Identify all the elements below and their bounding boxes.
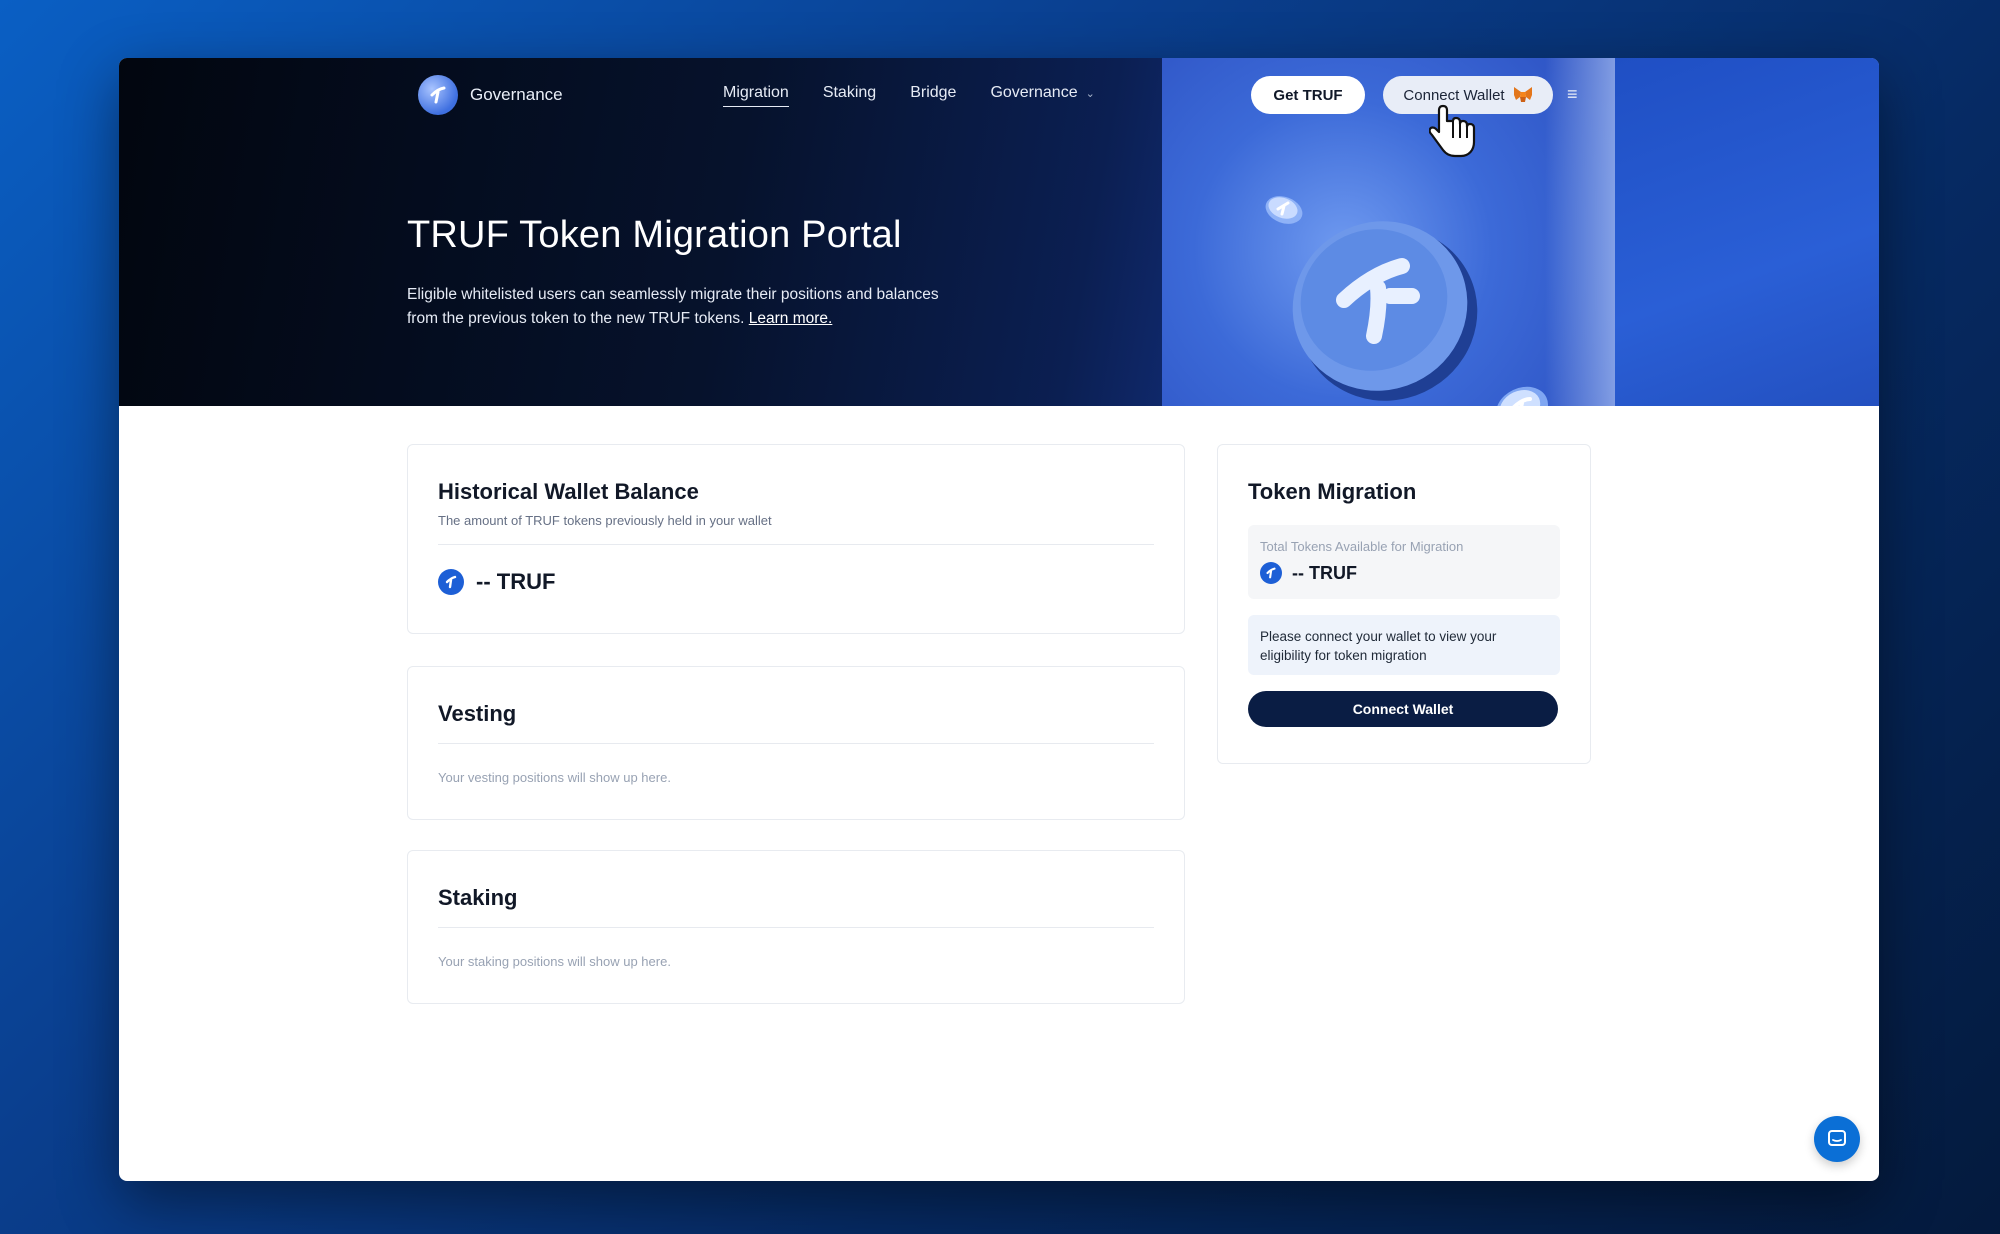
available-tokens-amount: -- TRUF (1292, 562, 1357, 583)
connect-notice-text: Please connect your wallet to view your … (1260, 629, 1497, 663)
connect-notice-box: Please connect your wallet to view your … (1248, 615, 1560, 675)
staking-empty-text: Your staking positions will show up here… (438, 954, 671, 969)
nav-governance[interactable]: Governance ⌄ (990, 84, 1094, 107)
browser-window: Governance Migration Staking Bridge Gove… (119, 58, 1879, 1181)
available-tokens-row: -- TRUF (1260, 562, 1548, 584)
chat-support-button[interactable] (1814, 1116, 1860, 1162)
staking-card: Staking Your staking positions will show… (407, 850, 1185, 1004)
divider (438, 743, 1154, 744)
nav-staking[interactable]: Staking (823, 84, 876, 107)
truf-logo-icon (418, 75, 458, 115)
hero-description-text: Eligible whitelisted users can seamlessl… (407, 286, 939, 327)
divider (438, 927, 1154, 928)
historical-balance-title: Historical Wallet Balance (438, 479, 699, 504)
historical-balance-card: Historical Wallet Balance The amount of … (407, 444, 1185, 634)
logo[interactable]: Governance (418, 72, 563, 118)
token-migration-title: Token Migration (1248, 479, 1417, 504)
hamburger-icon[interactable]: ≡ (1567, 84, 1578, 105)
page-title: TRUF Token Migration Portal (407, 214, 902, 256)
hero-banner: Governance Migration Staking Bridge Gove… (119, 58, 1879, 406)
learn-more-link[interactable]: Learn more. (749, 310, 833, 327)
metamask-fox-icon (1513, 87, 1532, 102)
nav-governance-label: Governance (990, 84, 1078, 101)
vesting-empty-text: Your vesting positions will show up here… (438, 770, 671, 785)
historical-balance-amount: -- TRUF (476, 569, 556, 594)
divider (438, 544, 1154, 545)
coin-bottom-icon (1495, 386, 1549, 406)
token-migration-card: Token Migration Total Tokens Available f… (1217, 444, 1591, 764)
chat-icon (1828, 1130, 1846, 1146)
connect-wallet-button[interactable]: Connect Wallet (1248, 691, 1558, 727)
vesting-title: Vesting (438, 701, 517, 726)
nav-bridge[interactable]: Bridge (910, 84, 956, 107)
truf-token-icon (438, 569, 464, 595)
hero-side-panel (1615, 58, 1879, 406)
hero-artwork (1162, 58, 1615, 406)
get-truf-button[interactable]: Get TRUF (1251, 76, 1365, 114)
logo-label: Governance (470, 85, 563, 104)
nav-migration[interactable]: Migration (723, 84, 789, 107)
available-tokens-label: Total Tokens Available for Migration (1260, 539, 1464, 554)
historical-balance-amount-row: -- TRUF (438, 569, 1154, 595)
truf-token-icon (1260, 562, 1282, 584)
main-nav: Migration Staking Bridge Governance ⌄ (723, 84, 1095, 107)
historical-balance-subtitle: The amount of TRUF tokens previously hel… (438, 513, 772, 528)
vesting-card: Vesting Your vesting positions will show… (407, 666, 1185, 820)
hero-description: Eligible whitelisted users can seamlessl… (407, 283, 947, 331)
hand-cursor-icon (1429, 104, 1476, 158)
connect-wallet-header-label: Connect Wallet (1403, 86, 1505, 104)
staking-title: Staking (438, 885, 518, 910)
coin-large-icon (1292, 221, 1478, 401)
available-tokens-box: Total Tokens Available for Migration -- … (1248, 525, 1560, 599)
chevron-down-icon: ⌄ (1085, 88, 1095, 100)
